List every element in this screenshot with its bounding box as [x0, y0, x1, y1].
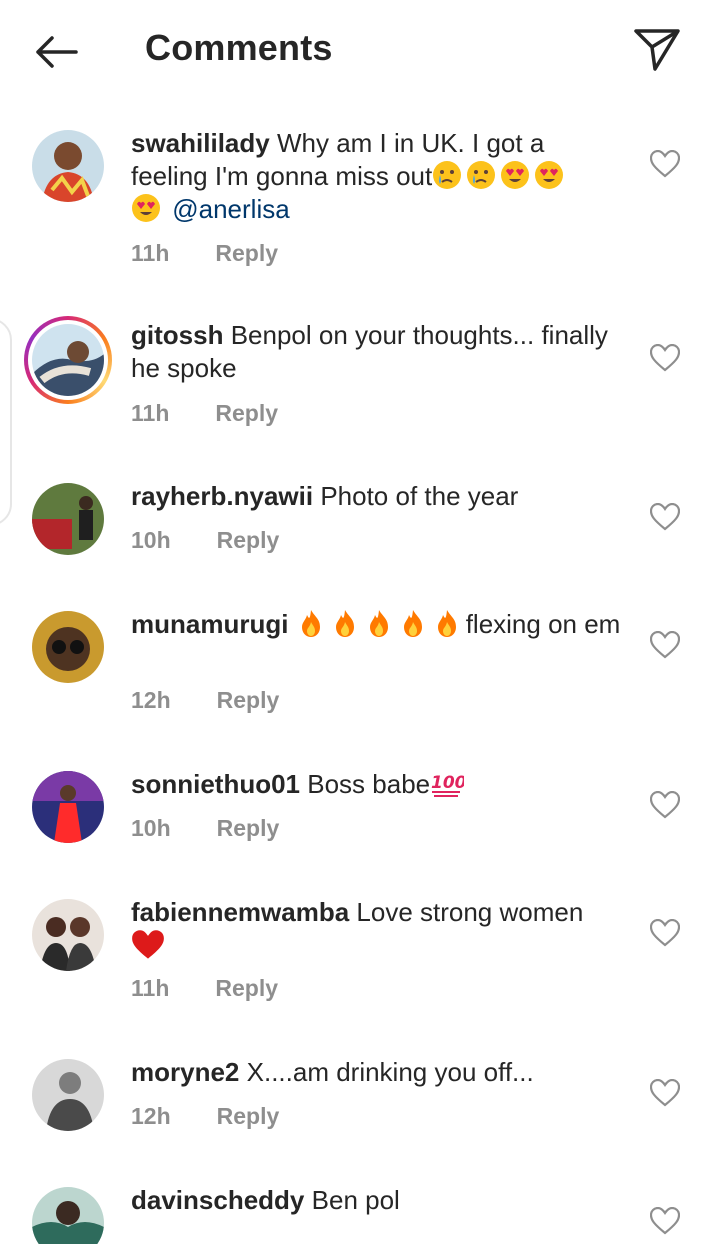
comment-meta: 12h Reply: [131, 1103, 279, 1130]
fire-icon: [301, 610, 320, 637]
avatar[interactable]: [32, 130, 104, 202]
reply-button[interactable]: Reply: [215, 975, 278, 1001]
comment-meta: 10h Reply: [131, 527, 279, 554]
reply-button[interactable]: Reply: [215, 400, 278, 426]
comment-body: flexing on em: [465, 609, 621, 639]
comment-text: rayherb.nyawii Photo of the year: [131, 480, 626, 513]
avatar: [32, 324, 104, 396]
comment-username[interactable]: rayherb.nyawii: [131, 481, 313, 511]
comment-body: Boss babe: [307, 769, 431, 799]
comment-time: 10h: [131, 815, 171, 841]
heart-eyes-icon: [535, 161, 564, 189]
comment-time: 12h: [131, 687, 171, 713]
heart-outline-icon[interactable]: [650, 344, 680, 372]
comment-text: swahililady Why am I in UK. I got a feel…: [131, 127, 626, 226]
comment-username[interactable]: fabiennemwamba: [131, 897, 349, 927]
crying-face-icon: [467, 161, 496, 189]
heart-outline-icon[interactable]: [650, 791, 680, 819]
fire-icon: [437, 610, 456, 637]
comment-time: 10h: [131, 527, 171, 553]
comment-username[interactable]: sonniethuo01: [131, 769, 300, 799]
comment-meta: 12h Reply: [131, 687, 279, 714]
reply-button[interactable]: Reply: [217, 1103, 280, 1129]
comment-body: Love strong women: [356, 897, 584, 927]
avatar[interactable]: [32, 1187, 104, 1244]
avatar[interactable]: [32, 1059, 104, 1131]
heart-outline-icon[interactable]: [650, 1207, 680, 1235]
heart-outline-icon[interactable]: [650, 919, 680, 947]
reply-button[interactable]: Reply: [215, 240, 278, 266]
mention-link[interactable]: @anerlisa: [172, 194, 289, 224]
comment-body: Photo of the year: [320, 481, 519, 511]
comment-text: moryne2 X....am drinking you off...: [131, 1056, 626, 1089]
comment-text: munamurugi flexing on em: [131, 608, 626, 641]
side-drawer-handle[interactable]: [0, 318, 12, 526]
svg-text:100: 100: [431, 773, 464, 793]
heart-outline-icon[interactable]: [650, 631, 680, 659]
reply-button[interactable]: Reply: [217, 527, 280, 553]
back-button[interactable]: [28, 26, 84, 78]
comments-screen: Comments swahililady Why am I in UK. I g…: [0, 0, 720, 1244]
heart-outline-icon[interactable]: [650, 1079, 680, 1107]
top-bar: Comments: [0, 0, 720, 100]
comment-meta: 11h Reply: [131, 240, 278, 267]
comment-time: 12h: [131, 1103, 171, 1129]
avatar[interactable]: [32, 611, 104, 683]
crying-face-icon: [433, 161, 462, 189]
comment-time: 11h: [131, 975, 170, 1001]
fire-icon: [335, 610, 354, 637]
comment-username[interactable]: gitossh: [131, 320, 223, 350]
avatar[interactable]: [32, 483, 104, 555]
comment-time: 11h: [131, 240, 170, 266]
comment-body: Ben pol: [311, 1185, 400, 1215]
reply-button[interactable]: Reply: [217, 815, 280, 841]
avatar[interactable]: [32, 771, 104, 843]
share-button[interactable]: [628, 22, 686, 78]
heart-eyes-icon: [501, 161, 530, 189]
fire-icon: [369, 610, 388, 637]
comment-body: X....am drinking you off...: [246, 1057, 534, 1087]
heart-outline-icon[interactable]: [650, 503, 680, 531]
comment-meta: 11h Reply: [131, 975, 278, 1002]
comment-meta: 11h Reply: [131, 400, 278, 427]
comment-time: 11h: [131, 400, 170, 426]
page-title: Comments: [145, 27, 333, 68]
red-heart-icon: [132, 930, 164, 959]
heart-outline-icon[interactable]: [650, 150, 680, 178]
arrow-left-icon: [36, 36, 78, 68]
comment-text: davinscheddy Ben pol: [131, 1184, 626, 1217]
reply-button[interactable]: Reply: [217, 687, 280, 713]
fire-icon: [403, 610, 422, 637]
comment-username[interactable]: munamurugi: [131, 609, 288, 639]
comment-text: gitossh Benpol on your thoughts... final…: [131, 319, 626, 385]
hundred-points-icon: 100: [431, 773, 464, 797]
avatar[interactable]: [32, 899, 104, 971]
heart-eyes-icon: [132, 194, 160, 222]
avatar-story-ring[interactable]: [24, 316, 112, 404]
comment-text: sonniethuo01 Boss babe 100: [131, 768, 626, 801]
comment-username[interactable]: moryne2: [131, 1057, 239, 1087]
comment-text: fabiennemwamba Love strong women: [131, 896, 626, 964]
comment-username[interactable]: swahililady: [131, 128, 270, 158]
comment-username[interactable]: davinscheddy: [131, 1185, 304, 1215]
comment-meta: 10h Reply: [131, 815, 279, 842]
paper-plane-icon: [634, 29, 680, 71]
